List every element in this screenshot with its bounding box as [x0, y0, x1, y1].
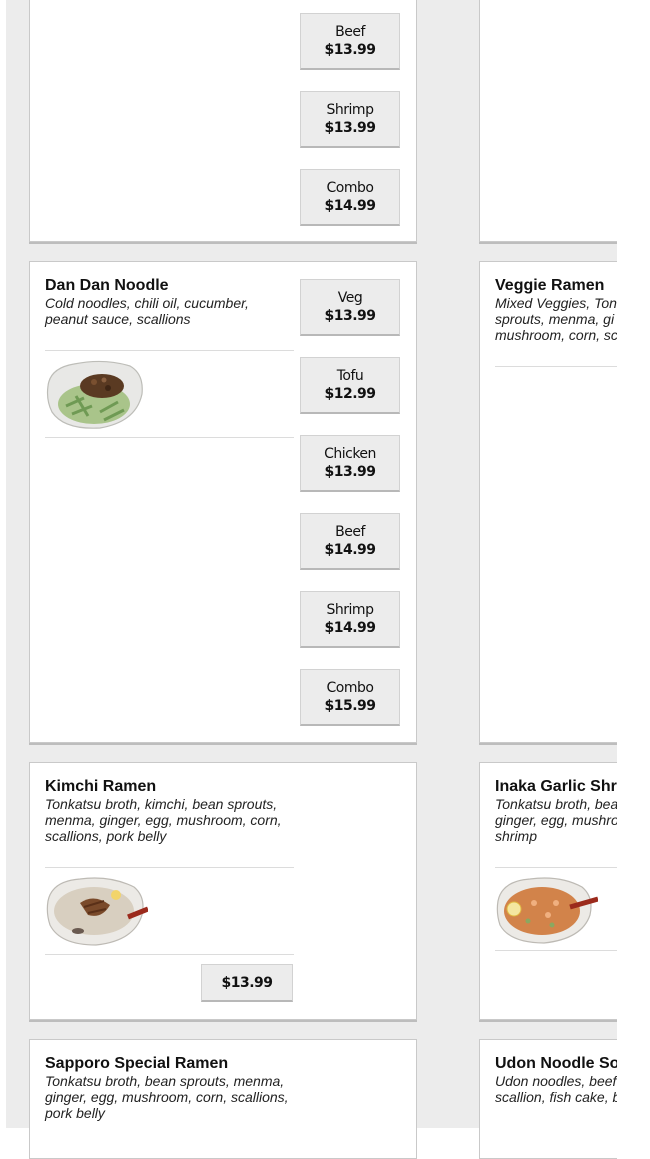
description-line: shrimp [495, 828, 538, 844]
divider [495, 867, 617, 868]
menu-card-udon-noodle-soup: Udon Noodle So Udon noodles, beef scalli… [479, 1039, 617, 1159]
menu-card-inaka-garlic-shrimp: Inaka Garlic Shr Tonkatsu broth, bea gin… [479, 762, 617, 1020]
option-button-tofu[interactable]: Tofu $12.99 [300, 357, 400, 414]
item-description: Udon noodles, beef scallion, fish cake, … [495, 1073, 617, 1105]
option-price: $14.99 [324, 620, 376, 636]
option-button-chicken[interactable]: Chicken $13.99 [300, 435, 400, 492]
option-price: $13.99 [324, 42, 376, 58]
option-price: $13.99 [324, 308, 376, 324]
option-label: Tofu [336, 368, 364, 384]
option-label: Veg [337, 290, 363, 306]
option-button-veg[interactable]: Veg $13.99 [300, 279, 400, 336]
menu-card-veggie-ramen: Veggie Ramen Mixed Veggies, Ton sprouts,… [479, 261, 617, 743]
divider [495, 366, 617, 367]
option-price: $14.99 [324, 198, 376, 214]
option-button-shrimp[interactable]: Shrimp $14.99 [300, 591, 400, 648]
item-title: Dan Dan Noodle [45, 277, 169, 294]
divider [45, 867, 294, 868]
item-title: Sapporo Special Ramen [45, 1055, 229, 1072]
description-line: mushroom, corn, sc [495, 327, 617, 343]
divider [45, 954, 294, 955]
menu-card-top-left: Beef $13.99 Shrimp $13.99 Combo $14.99 [29, 0, 417, 242]
description-line: Udon noodles, beef [495, 1073, 617, 1089]
price-button[interactable]: $13.99 [201, 964, 293, 1002]
option-button-shrimp[interactable]: Shrimp $13.99 [300, 91, 400, 148]
kimchi-ramen-photo [46, 877, 148, 946]
description-line: ginger, egg, mushro [495, 812, 617, 828]
description-line: scallion, fish cake, b [495, 1089, 617, 1105]
option-label: Combo [326, 680, 374, 696]
option-button-beef[interactable]: Beef $13.99 [300, 13, 400, 70]
item-title: Veggie Ramen [495, 277, 605, 294]
option-label: Shrimp [326, 102, 374, 118]
option-label: Combo [326, 180, 374, 196]
menu-card-dan-dan-noodle: Dan Dan Noodle Cold noodles, chili oil, … [29, 261, 417, 743]
description-line: Mixed Veggies, Ton [495, 295, 617, 311]
option-button-beef[interactable]: Beef $14.99 [300, 513, 400, 570]
menu-card-kimchi-ramen: Kimchi Ramen Tonkatsu broth, kimchi, bea… [29, 762, 417, 1020]
item-title: Inaka Garlic Shr [495, 778, 617, 795]
item-title: Kimchi Ramen [45, 778, 157, 795]
option-price: $13.99 [324, 120, 376, 136]
option-label: Beef [335, 24, 365, 40]
dan-dan-noodle-photo [46, 360, 143, 429]
item-description: Cold noodles, chili oil, cucumber, peanu… [45, 295, 249, 327]
option-label: Shrimp [326, 602, 374, 618]
item-description: Tonkatsu broth, bea ginger, egg, mushro … [495, 796, 617, 844]
divider [495, 950, 617, 951]
menu-card-top-right [479, 0, 617, 242]
menu-card-sapporo-special-ramen: Sapporo Special Ramen Tonkatsu broth, be… [29, 1039, 417, 1159]
option-price: $12.99 [324, 386, 376, 402]
description-line: sprouts, menma, gi [495, 311, 615, 327]
inaka-garlic-shrimp-photo [496, 877, 598, 944]
option-price: $14.99 [324, 542, 376, 558]
description-line: Tonkatsu broth, bea [495, 796, 617, 812]
option-button-combo[interactable]: Combo $15.99 [300, 669, 400, 726]
option-button-combo[interactable]: Combo $14.99 [300, 169, 400, 226]
item-description: Tonkatsu broth, kimchi, bean sprouts, me… [45, 796, 282, 844]
item-title: Udon Noodle So [495, 1055, 617, 1072]
divider [45, 350, 294, 351]
divider [45, 437, 294, 438]
option-label: Beef [335, 524, 365, 540]
option-label: Chicken [324, 446, 376, 462]
item-description: Mixed Veggies, Ton sprouts, menma, gi mu… [495, 295, 617, 343]
item-description: Tonkatsu broth, bean sprouts, menma, gin… [45, 1073, 289, 1121]
option-price: $13.99 [324, 464, 376, 480]
option-price: $15.99 [324, 698, 376, 714]
